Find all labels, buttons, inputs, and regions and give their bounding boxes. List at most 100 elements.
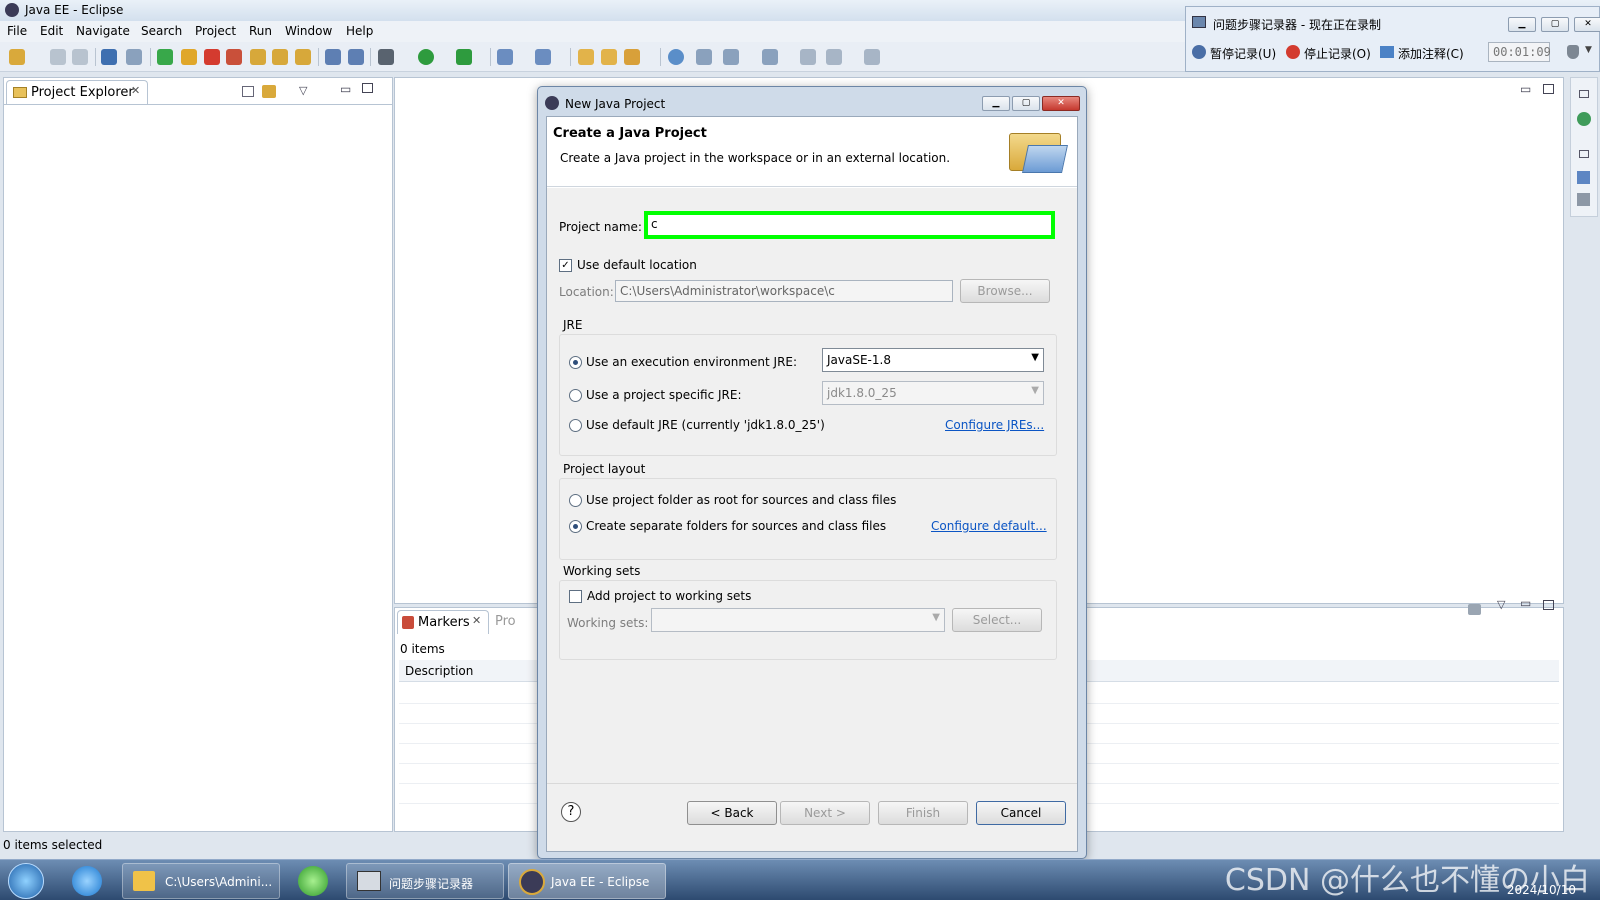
menu-file[interactable]: File [7,24,27,38]
jre-env-select[interactable]: JavaSE-1.8 ▼ [822,348,1044,372]
jre-env-radio[interactable] [569,356,582,369]
comment-icon [1380,46,1394,58]
add-to-working-sets-checkbox[interactable] [569,590,582,603]
restore-icon[interactable] [1579,150,1589,158]
terminate-icon[interactable] [204,49,220,65]
markers-count: 0 items [400,642,445,656]
tool-icon[interactable] [126,49,142,65]
project-explorer-label: Project Explorer [31,85,134,100]
new-java-project-dialog: New Java Project ▁ ▢ ✕ Create a Java Pro… [537,86,1087,859]
close-icon[interactable]: ✕ [472,614,481,627]
finish-button[interactable]: Finish [878,801,968,825]
back-icon[interactable] [826,49,842,65]
annotation-icon[interactable] [696,49,712,65]
prev-annotation-icon[interactable] [762,49,778,65]
new-class-icon[interactable] [535,49,551,65]
filter-icon[interactable] [1468,604,1481,615]
dialog-maximize-button[interactable]: ▢ [1012,96,1040,111]
recorder-minimize-button[interactable]: ▁ [1508,17,1536,32]
console-icon[interactable] [101,49,117,65]
last-edit-icon[interactable] [800,49,816,65]
open-type-icon[interactable] [578,49,594,65]
pause-recording-button[interactable]: 暂停记录(U) [1210,45,1276,62]
menu-navigate[interactable]: Navigate [76,24,130,38]
use-step-filters-icon[interactable] [325,49,341,65]
taskbar-eclipse[interactable]: Java EE - Eclipse [508,863,666,899]
menu-run[interactable]: Run [249,24,272,38]
debug-icon[interactable] [378,49,394,65]
start-button[interactable] [8,863,44,899]
configure-jres-link[interactable]: Configure JREs... [945,418,1044,432]
help-icon[interactable]: ? [561,802,581,822]
open-task-icon[interactable] [601,49,617,65]
tab-properties[interactable]: Pro [495,614,516,629]
configure-default-link[interactable]: Configure default... [931,519,1047,533]
markers-minimize-icon[interactable]: ▭ [1520,596,1531,610]
view-menu-icon[interactable]: ▽ [299,84,307,97]
dropdown-arrow-icon[interactable]: ▼ [1585,45,1592,55]
recorder-maximize-button[interactable]: ▢ [1541,17,1569,32]
jre-specific-radio[interactable] [569,389,582,402]
next-button[interactable]: Next > [780,801,870,825]
menu-help[interactable]: Help [346,24,373,38]
web-services-icon[interactable] [1577,112,1591,126]
view-menu-icon[interactable]: ▽ [1497,598,1505,611]
run-icon[interactable] [418,49,434,65]
browse-button[interactable]: Browse... [960,279,1050,303]
external-tools-icon[interactable] [456,49,472,65]
layout-separate-radio[interactable] [569,520,582,533]
tab-markers[interactable]: Markers ✕ [397,610,489,634]
new-server-icon[interactable] [497,49,513,65]
suspend-icon[interactable] [181,49,197,65]
step-return-icon[interactable] [295,49,311,65]
help-shield-icon[interactable] [1567,45,1579,59]
recorder-close-button[interactable]: ✕ [1574,17,1600,32]
link-editor-icon[interactable] [262,85,276,98]
menu-search[interactable]: Search [141,24,182,38]
save-icon[interactable] [50,49,66,65]
ie-icon[interactable] [72,866,102,896]
back-button[interactable]: < Back [687,801,777,825]
save-all-icon[interactable] [72,49,88,65]
restore-icon[interactable] [1579,90,1589,98]
markers-maximize-icon[interactable] [1543,600,1554,610]
taskbar-steps-recorder[interactable]: 问题步骤记录器 [346,863,504,899]
editor-maximize-icon[interactable] [1543,84,1554,94]
app-green-icon[interactable] [298,866,328,896]
task-list-icon[interactable] [1577,193,1590,206]
jre-default-radio[interactable] [569,419,582,432]
working-sets-select[interactable]: ▼ [651,608,945,632]
disconnect-icon[interactable] [226,49,242,65]
close-icon[interactable]: ✕ [131,84,140,97]
collapse-all-icon[interactable] [242,86,254,97]
minimize-icon[interactable]: ▭ [340,82,351,96]
tab-project-explorer[interactable]: Project Explorer ✕ [6,80,148,104]
taskbar-explorer[interactable]: C:\Users\Admini... [122,863,280,899]
dialog-close-button[interactable]: ✕ [1042,96,1080,111]
search-icon[interactable] [624,49,640,65]
next-annotation-icon[interactable] [723,49,739,65]
resume-icon[interactable] [157,49,173,65]
add-comment-button[interactable]: 添加注释(C) [1398,45,1464,62]
menu-project[interactable]: Project [195,24,236,38]
location-input[interactable]: C:\Users\Administrator\workspace\c [615,280,953,302]
outline-icon[interactable] [1577,171,1590,184]
use-default-location-checkbox[interactable]: ✓ [559,259,572,272]
project-name-input[interactable]: c [644,211,1055,239]
dialog-minimize-button[interactable]: ▁ [982,96,1010,111]
drop-frame-icon[interactable] [348,49,364,65]
stop-recording-button[interactable]: 停止记录(O) [1304,45,1371,62]
forward-icon[interactable] [864,49,880,65]
cancel-button[interactable]: Cancel [976,801,1066,825]
layout-root-radio[interactable] [569,494,582,507]
jre-specific-select[interactable]: jdk1.8.0_25 ▼ [822,381,1044,405]
editor-minimize-icon[interactable]: ▭ [1520,82,1531,96]
step-into-icon[interactable] [250,49,266,65]
maximize-icon[interactable] [362,83,373,93]
select-working-sets-button[interactable]: Select... [952,608,1042,632]
menu-window[interactable]: Window [285,24,332,38]
menu-edit[interactable]: Edit [40,24,63,38]
step-over-icon[interactable] [272,49,288,65]
web-browser-icon[interactable] [668,49,684,65]
new-icon[interactable] [9,49,25,65]
